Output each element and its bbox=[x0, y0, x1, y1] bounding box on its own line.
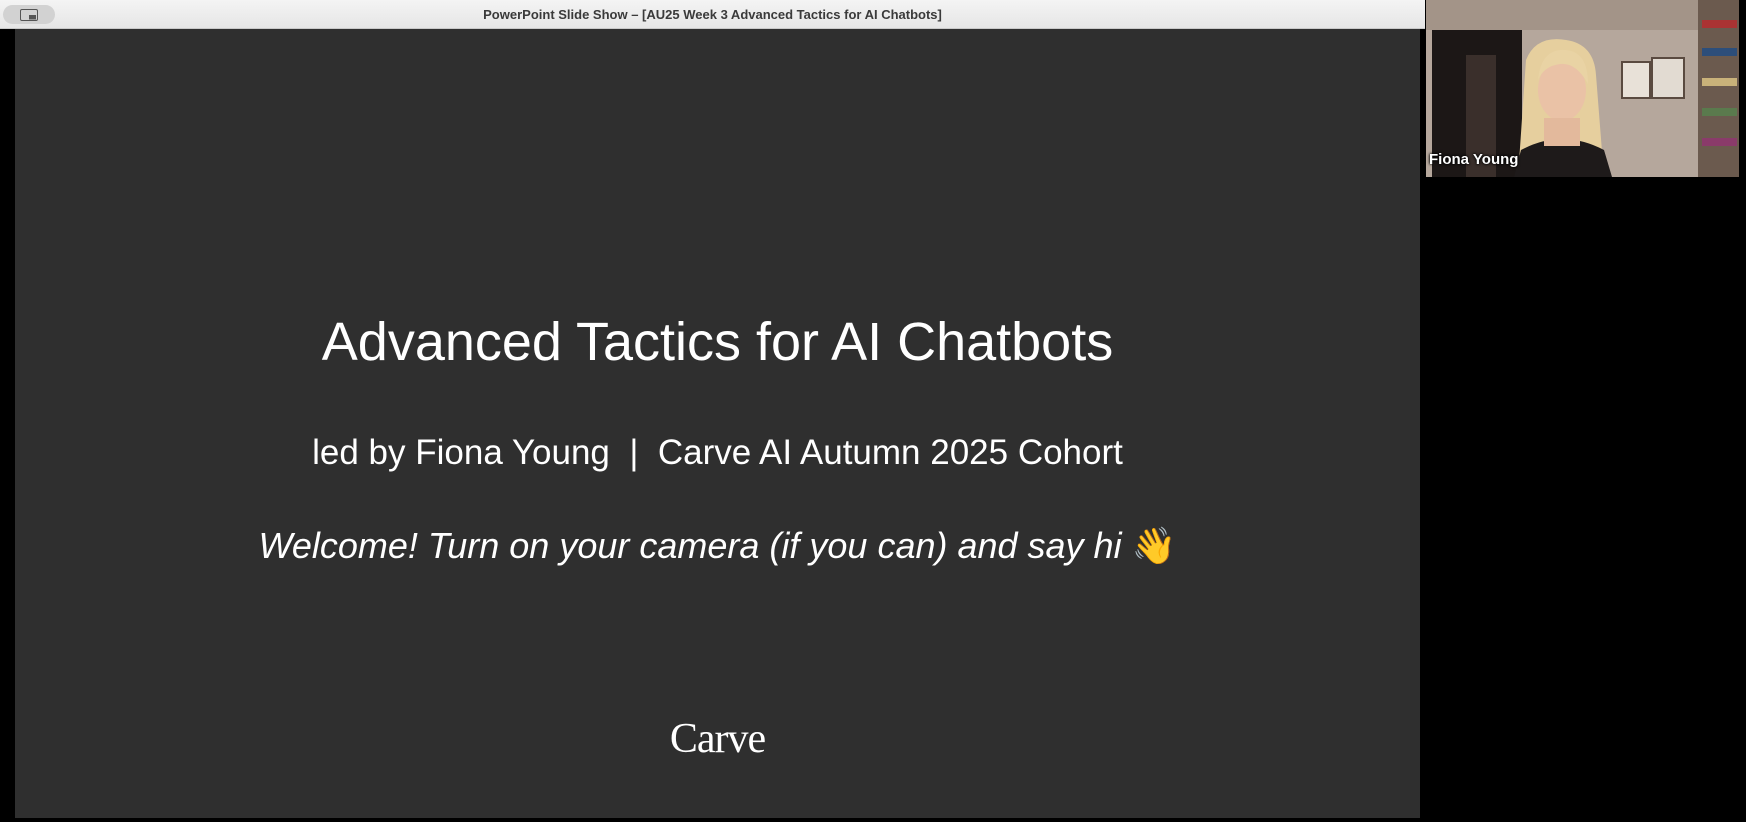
screen: PowerPoint Slide Show – [AU25 Week 3 Adv… bbox=[0, 0, 1746, 822]
slide-title: Advanced Tactics for AI Chatbots bbox=[321, 312, 1114, 372]
presentation-slide[interactable]: Advanced Tactics for AI Chatbots led by … bbox=[15, 29, 1420, 818]
participant-name-label: Fiona Young bbox=[1429, 151, 1519, 168]
slide-welcome-message: Welcome! Turn on your camera (if you can… bbox=[15, 525, 1420, 567]
welcome-text: Welcome! Turn on your camera (if you can… bbox=[258, 525, 1122, 566]
window-title: PowerPoint Slide Show – [AU25 Week 3 Adv… bbox=[483, 7, 942, 22]
window-title-bar[interactable]: PowerPoint Slide Show – [AU25 Week 3 Adv… bbox=[0, 0, 1425, 29]
slide-subtitle: led by Fiona Young | Carve AI Autumn 202… bbox=[312, 433, 1123, 472]
participant-video-tile[interactable]: Fiona Young bbox=[1426, 0, 1739, 177]
carve-logo: Carve bbox=[669, 716, 766, 762]
waving-hand-icon: 👋 bbox=[1131, 525, 1177, 566]
